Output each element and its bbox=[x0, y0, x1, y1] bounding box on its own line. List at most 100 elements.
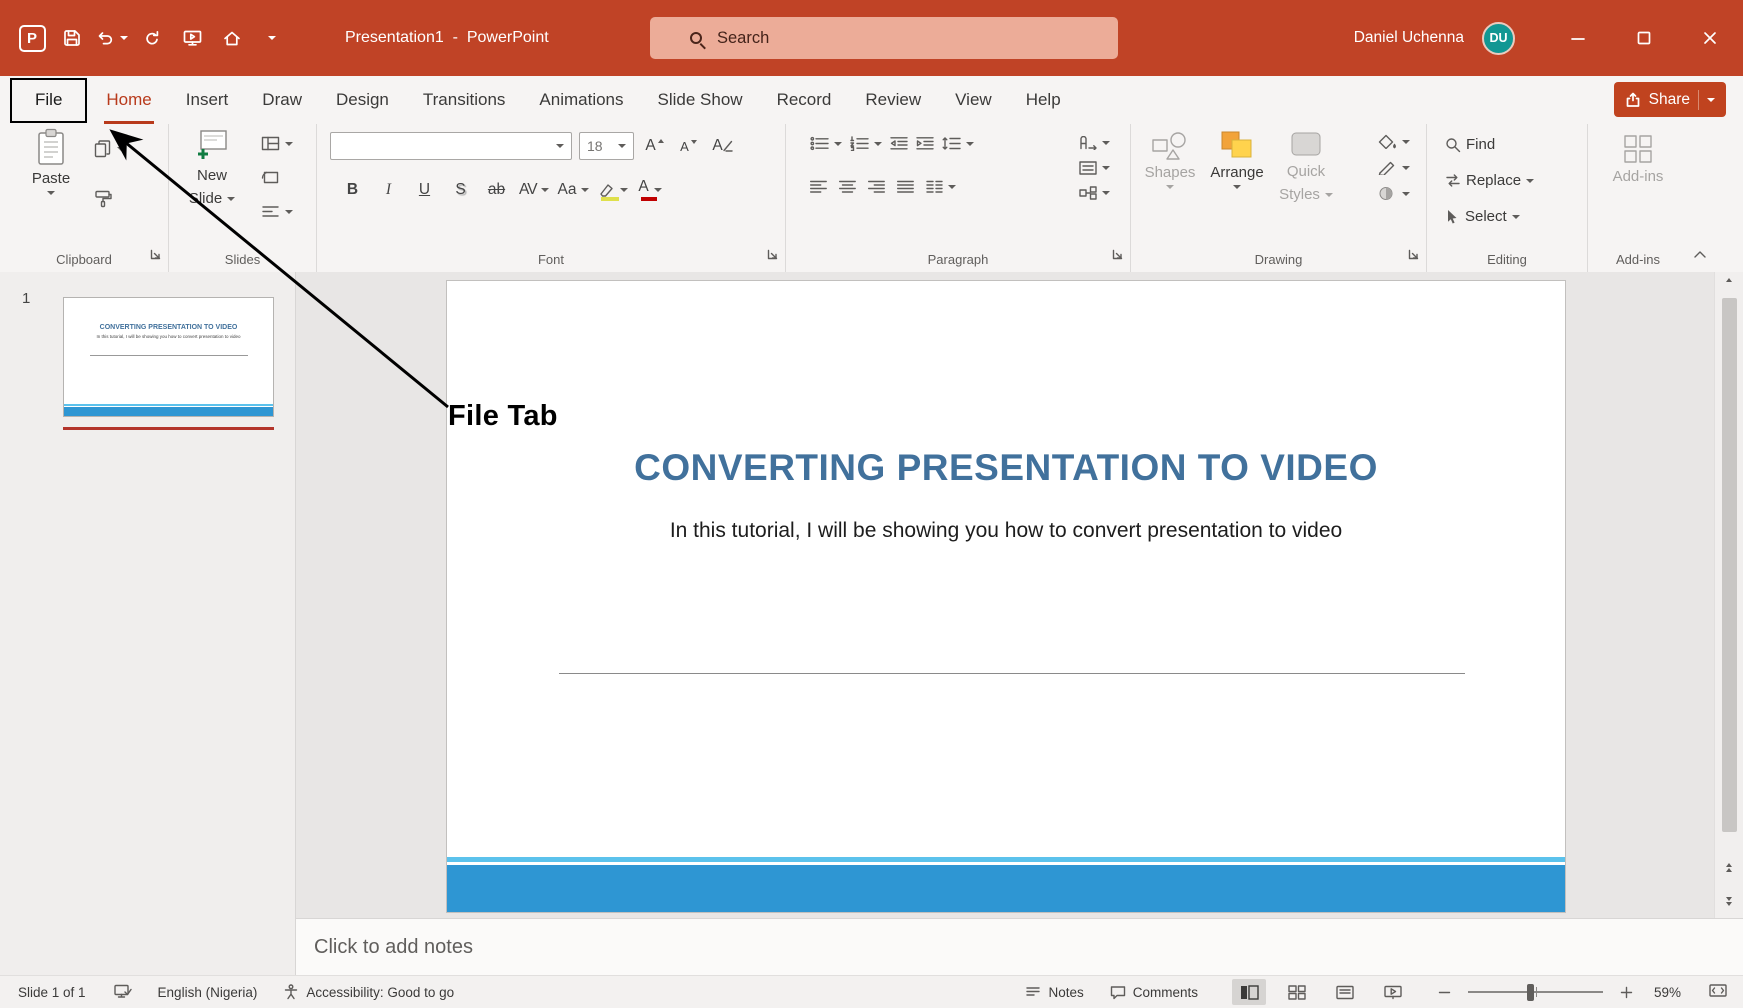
close-button[interactable] bbox=[1677, 0, 1743, 76]
zoom-out-button[interactable] bbox=[1438, 986, 1451, 999]
text-direction-button[interactable] bbox=[1079, 136, 1110, 150]
find-button[interactable]: Find bbox=[1445, 136, 1495, 153]
maximize-button[interactable] bbox=[1611, 0, 1677, 76]
underline-button[interactable]: U bbox=[411, 176, 438, 203]
user-name[interactable]: Daniel Uchenna bbox=[1354, 29, 1464, 47]
tab-insert[interactable]: Insert bbox=[169, 76, 246, 124]
tab-design[interactable]: Design bbox=[319, 76, 406, 124]
start-slideshow-button[interactable] bbox=[174, 16, 210, 60]
line-spacing-button[interactable] bbox=[942, 136, 974, 151]
columns-button[interactable] bbox=[926, 180, 956, 194]
slide-indicator[interactable]: Slide 1 of 1 bbox=[18, 985, 86, 1000]
comments-toggle-button[interactable]: Comments bbox=[1110, 985, 1198, 1000]
reset-slide-button[interactable] bbox=[261, 170, 280, 185]
tab-home[interactable]: Home bbox=[89, 76, 168, 124]
font-name-combobox[interactable] bbox=[330, 132, 572, 160]
tab-slide-show[interactable]: Slide Show bbox=[641, 76, 760, 124]
reading-view-button[interactable] bbox=[1328, 979, 1362, 1005]
minimize-button[interactable] bbox=[1545, 0, 1611, 76]
bullets-button[interactable] bbox=[810, 136, 842, 151]
strikethrough-button[interactable]: ab bbox=[483, 176, 510, 203]
slide-subtitle-text[interactable]: In this tutorial, I will be showing you … bbox=[447, 519, 1565, 543]
zoom-in-button[interactable] bbox=[1620, 986, 1633, 999]
notes-toggle-button[interactable]: Notes bbox=[1025, 985, 1083, 1000]
slide-show-view-button[interactable] bbox=[1376, 979, 1410, 1005]
increase-indent-button[interactable] bbox=[916, 136, 934, 151]
format-painter-button[interactable] bbox=[94, 190, 112, 208]
slide[interactable]: CONVERTING PRESENTATION TO VIDEO In this… bbox=[446, 280, 1566, 913]
select-button[interactable]: Select bbox=[1445, 208, 1520, 225]
align-left-button[interactable] bbox=[810, 180, 827, 194]
shrink-font-button[interactable]: A bbox=[675, 133, 702, 160]
slide-title-text[interactable]: CONVERTING PRESENTATION TO VIDEO bbox=[447, 447, 1565, 489]
copy-dropdown-icon[interactable] bbox=[117, 147, 125, 151]
tab-review[interactable]: Review bbox=[848, 76, 938, 124]
section-button[interactable] bbox=[261, 204, 293, 219]
italic-button[interactable]: I bbox=[375, 176, 402, 203]
scrollbar-thumb[interactable] bbox=[1722, 298, 1737, 832]
tab-view[interactable]: View bbox=[938, 76, 1009, 124]
shape-outline-button[interactable] bbox=[1378, 160, 1410, 175]
slide-sorter-view-button[interactable] bbox=[1280, 979, 1314, 1005]
tab-transitions[interactable]: Transitions bbox=[406, 76, 523, 124]
slide-layout-dropdown-icon[interactable] bbox=[285, 142, 293, 146]
clear-formatting-button[interactable]: A bbox=[709, 133, 736, 160]
text-shadow-button[interactable]: S bbox=[447, 176, 474, 203]
avatar[interactable]: DU bbox=[1482, 22, 1515, 55]
change-case-button[interactable]: Aa bbox=[558, 176, 589, 203]
notes-pane[interactable]: Click to add notes bbox=[296, 918, 1743, 975]
share-dropdown-icon[interactable] bbox=[1707, 98, 1715, 102]
copy-button[interactable] bbox=[94, 140, 125, 158]
customize-quick-access-toolbar-button[interactable] bbox=[254, 16, 290, 60]
accessibility-status-button[interactable]: Accessibility: Good to go bbox=[283, 984, 454, 1000]
new-slide-button[interactable]: New Slide bbox=[177, 128, 247, 208]
text-highlight-color-button[interactable] bbox=[598, 176, 628, 203]
language-button[interactable]: English (Nigeria) bbox=[158, 985, 258, 1000]
align-right-button[interactable] bbox=[868, 180, 885, 194]
redo-button[interactable] bbox=[134, 16, 170, 60]
previous-slide-button[interactable] bbox=[1715, 863, 1743, 872]
quick-styles-button[interactable]: Quick Styles bbox=[1273, 130, 1339, 204]
addins-button[interactable]: Add-ins bbox=[1604, 134, 1672, 185]
convert-to-smartart-button[interactable] bbox=[1079, 186, 1110, 200]
slide-layout-button[interactable] bbox=[261, 136, 293, 151]
numbering-button[interactable] bbox=[850, 136, 882, 151]
tab-record[interactable]: Record bbox=[760, 76, 849, 124]
vertical-scrollbar[interactable] bbox=[1714, 272, 1743, 918]
align-center-button[interactable] bbox=[839, 180, 856, 194]
undo-button[interactable] bbox=[94, 16, 130, 60]
replace-button[interactable]: Replace bbox=[1445, 172, 1534, 189]
share-button[interactable]: Share bbox=[1614, 82, 1726, 117]
arrange-button[interactable]: Arrange bbox=[1205, 130, 1269, 189]
bold-button[interactable]: B bbox=[339, 176, 366, 203]
decrease-indent-button[interactable] bbox=[890, 136, 908, 151]
home-button[interactable] bbox=[214, 16, 250, 60]
zoom-slider-thumb[interactable] bbox=[1527, 984, 1534, 1001]
align-text-button[interactable] bbox=[1079, 161, 1110, 175]
grow-font-button[interactable]: A bbox=[641, 133, 668, 160]
zoom-slider[interactable] bbox=[1468, 991, 1603, 993]
font-color-button[interactable]: A bbox=[637, 176, 664, 203]
font-size-combobox[interactable]: 18 bbox=[579, 132, 634, 160]
undo-dropdown-icon[interactable] bbox=[120, 36, 128, 40]
paste-dropdown-icon[interactable] bbox=[47, 191, 55, 195]
shapes-button[interactable]: Shapes bbox=[1141, 130, 1199, 189]
justify-button[interactable] bbox=[897, 180, 914, 194]
shape-fill-button[interactable] bbox=[1378, 134, 1410, 149]
section-dropdown-icon[interactable] bbox=[285, 210, 293, 214]
normal-view-button[interactable] bbox=[1232, 979, 1266, 1005]
paste-button[interactable]: Paste bbox=[20, 128, 82, 195]
tab-help[interactable]: Help bbox=[1009, 76, 1078, 124]
next-slide-button[interactable] bbox=[1715, 897, 1743, 906]
tab-animations[interactable]: Animations bbox=[522, 76, 640, 124]
scroll-up-button[interactable] bbox=[1715, 278, 1743, 282]
conformance-check-button[interactable] bbox=[114, 984, 132, 1000]
search-box[interactable]: Search bbox=[650, 17, 1118, 59]
tab-file[interactable]: File bbox=[10, 78, 87, 123]
fit-slide-to-window-button[interactable] bbox=[1709, 983, 1727, 1001]
tab-draw[interactable]: Draw bbox=[245, 76, 319, 124]
shape-effects-button[interactable] bbox=[1378, 186, 1410, 201]
character-spacing-button[interactable]: AV bbox=[519, 176, 549, 203]
collapse-ribbon-button[interactable] bbox=[1693, 246, 1707, 264]
zoom-level[interactable]: 59% bbox=[1654, 985, 1688, 1000]
